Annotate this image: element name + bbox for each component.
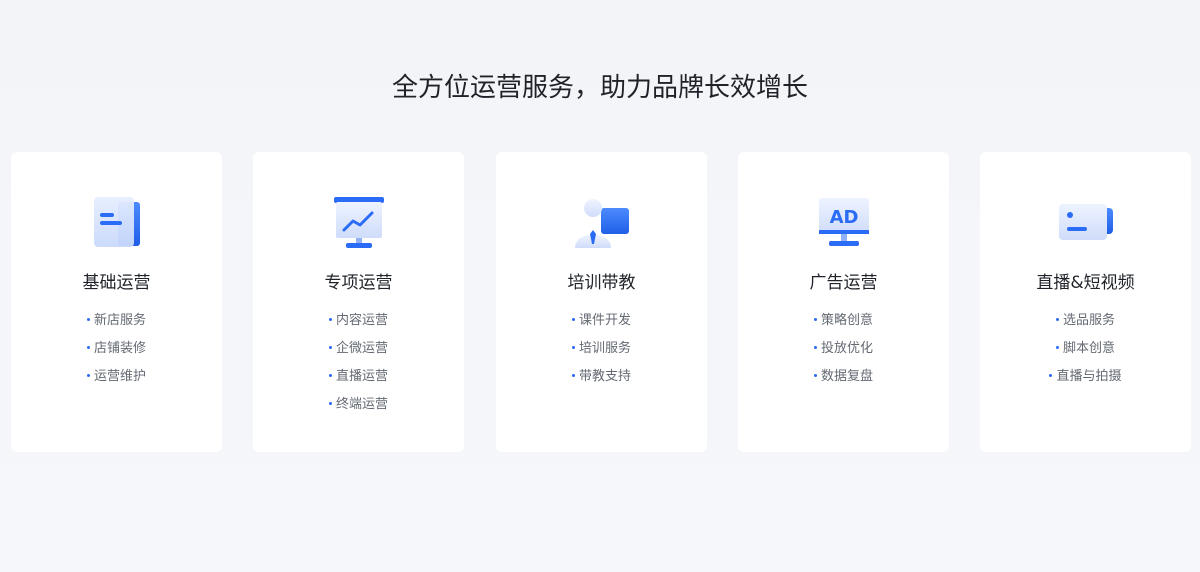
bullet-dot-icon [328,402,332,405]
document-icon [86,194,148,252]
list-item: 投放优化 [738,335,949,363]
list-item: 数据复盘 [738,363,949,391]
bullet-dot-icon [86,374,90,377]
list-item: 店铺装修 [11,335,222,363]
service-card-training[interactable]: 培训带教 课件开发 培训服务 带教支持 [496,152,707,452]
list-item: 选品服务 [980,307,1191,335]
list-item: 直播运营 [253,363,464,391]
list-item: 内容运营 [253,307,464,335]
list-item: 运营维护 [11,363,222,391]
bullet-dot-icon [813,374,817,377]
bullet-dot-icon [328,346,332,349]
service-card-live-short-video[interactable]: 直播&短视频 选品服务 脚本创意 直播与拍摄 [980,152,1191,452]
card-item-list: 策略创意 投放优化 数据复盘 [738,307,949,391]
ad-monitor-icon: AD [813,194,875,252]
service-card-ad-operation[interactable]: AD 广告运营 策略创意 投放优化 数据复盘 [738,152,949,452]
trainer-icon [571,194,633,252]
list-item: 直播与拍摄 [980,363,1191,391]
list-item: 策略创意 [738,307,949,335]
svg-text:AD: AD [830,207,859,228]
list-item: 带教支持 [496,363,707,391]
page-title: 全方位运营服务，助力品牌长效增长 [391,73,808,103]
card-item-list: 内容运营 企微运营 直播运营 终端运营 [253,307,464,419]
bullet-dot-icon [571,346,575,349]
service-card-special-operation[interactable]: 专项运营 内容运营 企微运营 直播运营 终端运营 [253,152,464,452]
bullet-dot-icon [86,346,90,349]
card-item-list: 新店服务 店铺装修 运营维护 [11,307,222,391]
bullet-dot-icon [813,346,817,349]
bullet-dot-icon [571,374,575,377]
service-card-basic-operation[interactable]: 基础运营 新店服务 店铺装修 运营维护 [11,152,222,452]
video-camera-icon [1055,194,1117,252]
card-item-list: 选品服务 脚本创意 直播与拍摄 [980,307,1191,391]
service-card-list: 基础运营 新店服务 店铺装修 运营维护 专项运营 内容运营 企微运营 直播运营 … [11,152,1191,452]
card-title: 基础运营 [82,273,151,293]
bullet-dot-icon [1055,346,1059,349]
bullet-dot-icon [328,318,332,321]
list-item: 脚本创意 [980,335,1191,363]
trend-chart-icon [328,194,390,252]
bullet-dot-icon [571,318,575,321]
card-title: 广告运营 [809,273,878,293]
bullet-dot-icon [86,318,90,321]
card-title: 直播&短视频 [1036,273,1135,293]
list-item: 课件开发 [496,307,707,335]
list-item: 企微运营 [253,335,464,363]
list-item: 终端运营 [253,391,464,419]
bullet-dot-icon [1049,374,1053,377]
card-title: 专项运营 [324,273,393,293]
card-title: 培训带教 [567,273,636,293]
card-item-list: 课件开发 培训服务 带教支持 [496,307,707,391]
list-item: 新店服务 [11,307,222,335]
bullet-dot-icon [813,318,817,321]
bullet-dot-icon [328,374,332,377]
list-item: 培训服务 [496,335,707,363]
bullet-dot-icon [1055,318,1059,321]
